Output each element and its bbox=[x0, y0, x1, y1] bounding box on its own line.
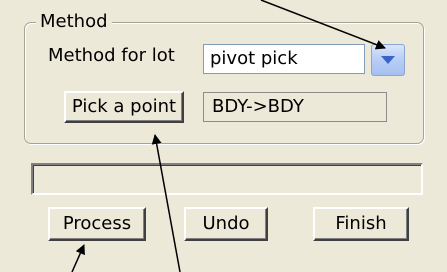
process-button[interactable]: Process bbox=[48, 207, 146, 241]
chevron-down-icon bbox=[381, 56, 395, 64]
method-dropdown-button[interactable] bbox=[371, 44, 405, 76]
pick-result-field: BDY->BDY bbox=[203, 92, 387, 122]
method-for-lot-label: Method for lot bbox=[48, 45, 175, 66]
status-bar bbox=[31, 163, 423, 195]
finish-button[interactable]: Finish bbox=[313, 207, 409, 241]
method-groupbox bbox=[24, 22, 424, 144]
method-input[interactable]: pivot pick bbox=[203, 44, 365, 74]
undo-button[interactable]: Undo bbox=[184, 207, 268, 241]
arrow-to-process-button bbox=[71, 244, 85, 272]
arrow-to-pick-button bbox=[151, 134, 181, 272]
groupbox-legend: Method bbox=[36, 11, 112, 33]
pick-a-point-button[interactable]: Pick a point bbox=[64, 91, 184, 123]
method-panel: Method Method for lot pivot pick Pick a … bbox=[0, 0, 447, 272]
